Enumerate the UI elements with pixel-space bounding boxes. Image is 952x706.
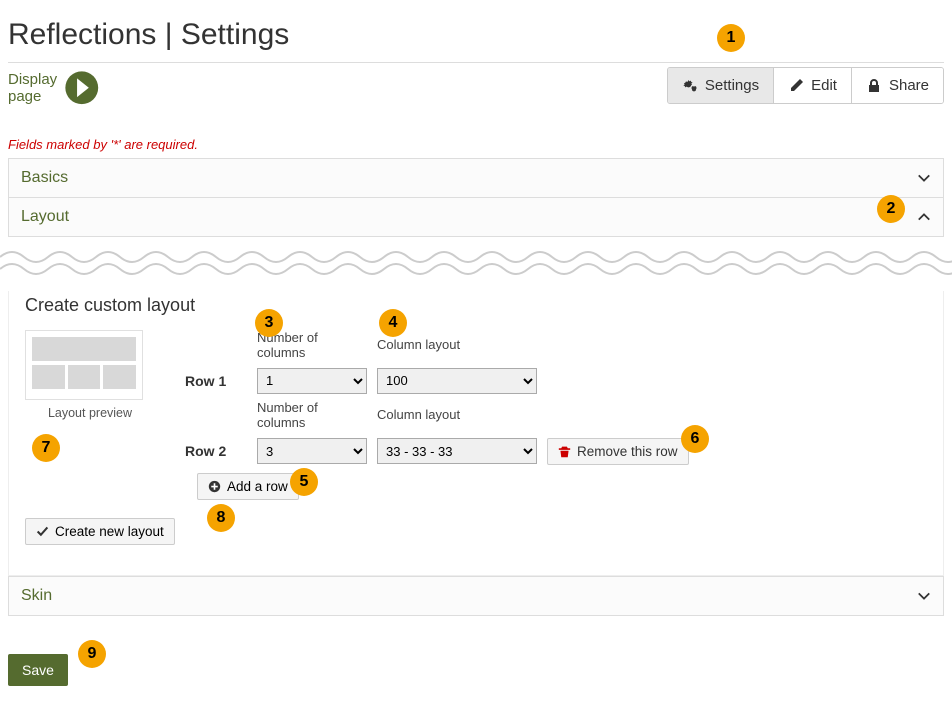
row-2-column-layout-select[interactable]: 33 - 33 - 33 (377, 438, 537, 464)
row-1-column-layout-select[interactable]: 100 (377, 368, 537, 394)
remove-row-label: Remove this row (577, 444, 678, 459)
tab-edit-label: Edit (811, 77, 837, 94)
page-title: Reflections | Settings (0, 0, 952, 62)
gears-icon (682, 78, 698, 94)
create-custom-layout-title: Create custom layout (25, 295, 927, 316)
layout-preview (25, 330, 143, 400)
display-page-label: Display page (8, 71, 57, 105)
accordion-basics[interactable]: Basics (8, 158, 944, 198)
plus-circle-icon (208, 480, 221, 493)
add-row-button[interactable]: Add a row (197, 473, 299, 500)
trash-icon (558, 445, 571, 458)
accordion-basics-label: Basics (21, 169, 68, 187)
row-1-label: Row 1 (185, 373, 247, 389)
chevron-up-icon (917, 210, 931, 224)
accordion-layout[interactable]: Layout (8, 198, 944, 237)
pencil-icon (788, 78, 804, 94)
tab-edit[interactable]: Edit (773, 68, 851, 103)
tab-settings[interactable]: Settings (668, 68, 773, 103)
tab-share-label: Share (889, 77, 929, 94)
column-header-layout: Column layout (377, 337, 537, 354)
create-new-layout-label: Create new layout (55, 524, 164, 539)
torn-edge-decoration (0, 247, 952, 277)
required-fields-note: Fields marked by '*' are required. (0, 107, 952, 158)
remove-row-button[interactable]: Remove this row (547, 438, 689, 465)
column-header-number: Number of columns (257, 330, 367, 362)
check-icon (36, 525, 49, 538)
create-new-layout-button[interactable]: Create new layout (25, 518, 175, 545)
lock-icon (866, 78, 882, 94)
chevron-down-icon (917, 171, 931, 185)
tab-bar: Settings Edit Share (667, 67, 944, 104)
layout-preview-label: Layout preview (25, 400, 155, 420)
chevron-down-icon (917, 589, 931, 603)
tab-settings-label: Settings (705, 77, 759, 94)
arrow-right-circle-icon (63, 69, 101, 107)
accordion-skin[interactable]: Skin (8, 576, 944, 616)
tab-share[interactable]: Share (851, 68, 943, 103)
column-header-layout-2: Column layout (377, 407, 537, 424)
column-header-number-2: Number of columns (257, 400, 367, 432)
save-button[interactable]: Save (8, 654, 68, 686)
add-row-label: Add a row (227, 479, 288, 494)
row-1-num-columns-select[interactable]: 1 (257, 368, 367, 394)
row-2-label: Row 2 (185, 443, 247, 459)
accordion-skin-label: Skin (21, 587, 52, 605)
accordion-layout-label: Layout (21, 208, 69, 226)
row-2-num-columns-select[interactable]: 3 (257, 438, 367, 464)
display-page-link[interactable]: Display page (8, 69, 101, 107)
